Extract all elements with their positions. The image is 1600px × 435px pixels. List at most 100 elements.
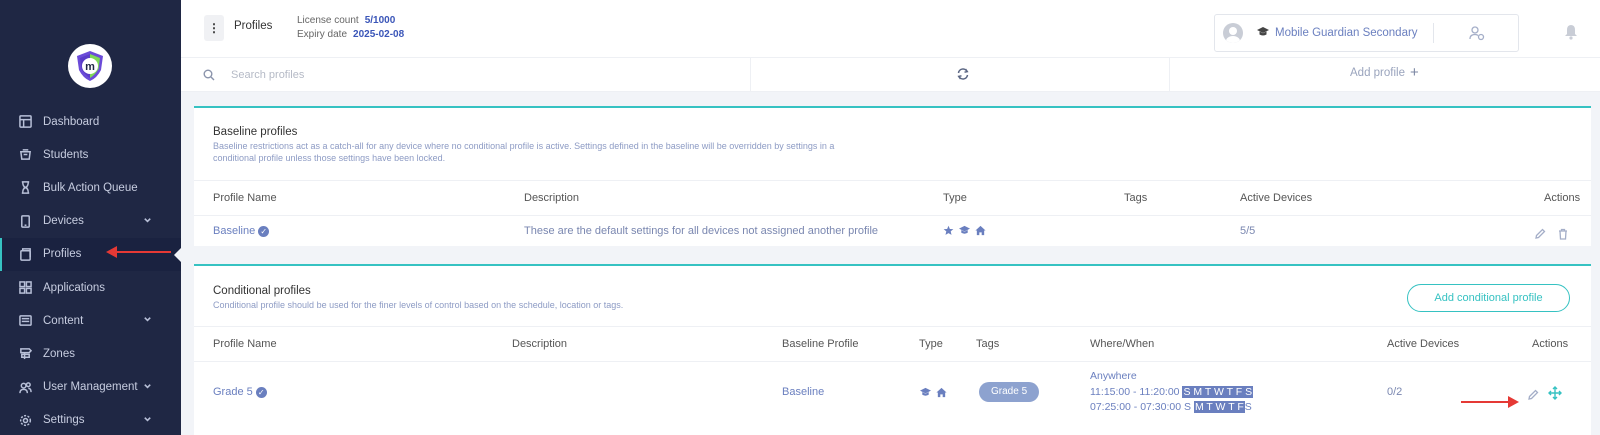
search-input[interactable]	[231, 64, 721, 86]
chevron-down-icon	[143, 216, 153, 226]
column-header-tags: Tags	[976, 338, 1000, 350]
sidebar-item-label: Content	[43, 314, 84, 327]
expiry-date-label: Expiry date	[297, 29, 348, 40]
add-conditional-profile-button[interactable]: Add conditional profile	[1407, 284, 1570, 312]
sidebar-item-settings[interactable]: Settings	[0, 404, 181, 435]
sidebar-item-label: Zones	[43, 347, 75, 360]
sidebar-item-zones[interactable]: Zones	[0, 337, 181, 370]
top-header: ⋮ Profiles License count 5/1000 Expiry da…	[181, 0, 1600, 58]
column-header-description: Description	[524, 192, 580, 204]
divider	[1433, 23, 1434, 43]
baseline-table-header: Profile Name Description Type Tags Activ…	[194, 180, 1591, 216]
edit-pencil-icon[interactable]	[1534, 227, 1546, 239]
bell-icon[interactable]	[1564, 24, 1578, 40]
sidebar-item-label: Applications	[43, 281, 106, 294]
trash-icon[interactable]	[1557, 227, 1569, 240]
profile-name[interactable]: Grade 5	[213, 386, 253, 398]
chevron-down-icon	[143, 315, 153, 325]
plus-icon: +	[1409, 64, 1419, 81]
license-count-value: 5/1000	[364, 15, 396, 26]
user-settings-icon[interactable]	[1469, 25, 1485, 41]
organization-selector[interactable]: Mobile Guardian Secondary	[1214, 14, 1519, 52]
sidebar-nav: Dashboard Students Bulk Action Queue Dev…	[0, 105, 181, 435]
active-devices-count: 0/2	[1387, 386, 1403, 398]
sidebar-item-applications[interactable]: Applications	[0, 271, 181, 304]
profiles-icon	[18, 247, 32, 261]
baseline-title: Baseline profiles	[213, 126, 298, 138]
baseline-profiles-card: Baseline profiles Baseline restrictions …	[194, 106, 1591, 246]
move-arrows-icon[interactable]	[1548, 386, 1562, 400]
type-icons	[943, 225, 986, 236]
conditional-table-header: Profile Name Description Baseline Profil…	[194, 326, 1591, 362]
sidebar-item-content[interactable]: Content	[0, 304, 181, 337]
column-header-type: Type	[919, 338, 943, 350]
schedule-days: M T W T F	[1193, 401, 1245, 413]
profile-name[interactable]: Baseline	[213, 225, 255, 237]
chevron-down-icon	[143, 382, 153, 392]
profile-name-link[interactable]: Grade 5 ✓	[213, 386, 267, 398]
sidebar-item-label: Settings	[43, 414, 85, 427]
users-icon	[18, 380, 32, 394]
gear-icon	[18, 413, 32, 427]
students-icon	[18, 148, 32, 162]
column-header-type: Type	[943, 192, 967, 204]
sidebar-item-user-management[interactable]: User Management	[0, 371, 181, 404]
schedule-day-off: S	[1244, 401, 1252, 413]
column-header-profile-name: Profile Name	[213, 338, 277, 350]
active-devices-count: 5/5	[1240, 225, 1256, 237]
hourglass-icon	[18, 181, 32, 195]
refresh-icon[interactable]	[956, 67, 970, 81]
device-icon	[18, 214, 32, 228]
column-header-active-devices: Active Devices	[1387, 338, 1460, 350]
profile-name-link[interactable]: Baseline ✓	[213, 225, 270, 237]
organization-name: Mobile Guardian Secondary	[1275, 27, 1418, 39]
sidebar-item-students[interactable]: Students	[0, 138, 181, 171]
schedule-days: S M T W T F S	[1182, 385, 1254, 398]
expiry-date-value: 2025-02-08	[353, 29, 405, 40]
column-header-where-when: Where/When	[1090, 338, 1155, 350]
search-icon	[203, 68, 215, 81]
column-header-active-devices: Active Devices	[1240, 192, 1313, 204]
table-row: Grade 5 ✓ Baseline Grade 5 Anywhere 11:15…	[194, 362, 1591, 435]
baseline-description: Baseline restrictions act as a catch-all…	[213, 141, 835, 163]
conditional-description: Conditional profile should be used for t…	[213, 300, 624, 310]
column-header-actions: Actions	[1544, 192, 1581, 204]
content-icon	[18, 314, 32, 328]
location-text: Anywhere	[1090, 370, 1137, 382]
verified-check-icon: ✓	[255, 386, 267, 398]
edit-pencil-icon[interactable]	[1527, 388, 1539, 400]
column-header-profile-name: Profile Name	[213, 192, 277, 204]
add-profile-label: Add profile	[1350, 67, 1405, 79]
graduation-cap-icon	[1256, 26, 1270, 41]
column-header-baseline-profile: Baseline Profile	[782, 338, 859, 350]
chevron-down-icon	[143, 415, 153, 425]
sidebar-item-dashboard[interactable]: Dashboard	[0, 105, 181, 138]
type-icons	[919, 387, 947, 398]
sidebar-item-devices[interactable]: Devices	[0, 205, 181, 238]
license-count-label: License count	[297, 15, 359, 26]
sidebar-item-label: Profiles	[43, 248, 82, 261]
column-header-tags: Tags	[1124, 192, 1148, 204]
graduation-cap-icon	[920, 387, 931, 396]
schedule-time: 11:15:00 - 11:20:00	[1090, 385, 1180, 398]
kebab-menu-button[interactable]: ⋮	[204, 15, 224, 41]
home-icon	[936, 387, 947, 398]
divider	[750, 58, 751, 92]
mobile-guardian-logo[interactable]: m	[68, 44, 112, 88]
conditional-title: Conditional profiles	[213, 285, 311, 297]
add-profile-button[interactable]: Add profile +	[1350, 64, 1419, 81]
schedule-time: 07:25:00 - 07:30:00	[1090, 401, 1182, 413]
dashboard-icon	[18, 115, 32, 129]
verified-check-icon: ✓	[258, 225, 270, 237]
baseline-profile-link[interactable]: Baseline	[782, 386, 824, 398]
page-title: Profiles	[234, 20, 273, 32]
schedule-day-off: S	[1184, 401, 1192, 413]
apps-grid-icon	[18, 281, 32, 295]
sidebar-item-profiles[interactable]: Profiles	[0, 237, 181, 272]
column-header-description: Description	[512, 338, 568, 350]
tag-badge[interactable]: Grade 5	[979, 382, 1040, 402]
graduation-cap-icon	[959, 225, 970, 234]
sidebar-item-bulk-action-queue[interactable]: Bulk Action Queue	[0, 171, 181, 204]
profile-description: These are the default settings for all d…	[524, 225, 879, 237]
avatar[interactable]	[1223, 23, 1243, 43]
